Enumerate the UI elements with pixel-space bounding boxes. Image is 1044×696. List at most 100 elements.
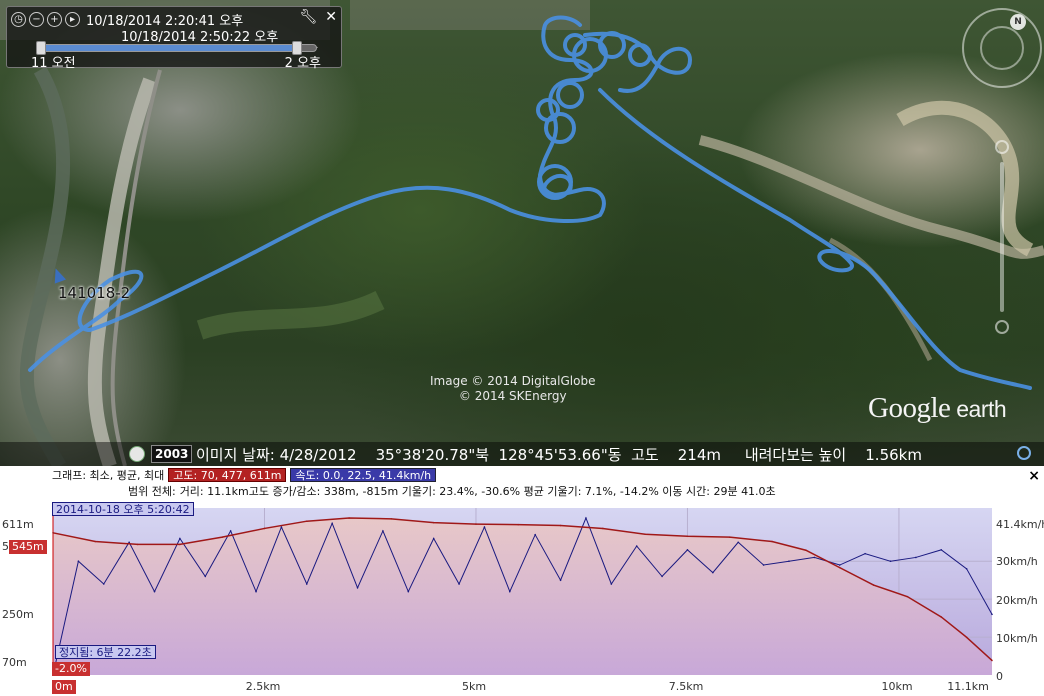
zoom-out-icon[interactable] [995,320,1009,334]
speed-point [179,537,181,540]
zoom-in-icon[interactable] [995,140,1009,154]
altitude-point [348,517,350,519]
x-tick-2: 5km [461,680,487,693]
time-slider-right-label: 2 오후 [284,56,321,71]
altitude-point [872,584,875,586]
time-slider-range [38,45,301,51]
speed-point [813,556,816,559]
speed-point [686,549,689,551]
stop-time-flag: 정지됨: 6분 22.2초 [55,645,156,659]
y-right-tick-3: 20km/h [996,594,1038,607]
credit-line-2: © 2014 SKEnergy [458,389,567,403]
speed-point [788,560,790,563]
status-bar: 2003 이미지 날짜: 4/28/2012 35°38'20.78"북 128… [0,442,1044,466]
y-left-tick-top: 611m [2,518,34,531]
altitude-point [305,520,308,522]
time-slider-track[interactable] [36,41,317,55]
close-icon[interactable]: ✕ [325,9,337,25]
altitude-stats-chip[interactable]: 고도: 70, 477, 611m [168,468,287,482]
profile-chart-svg[interactable] [0,500,1044,696]
speed-point [407,590,410,593]
north-indicator[interactable]: N [1010,14,1026,30]
zoom-out-icon[interactable]: − [29,12,44,27]
speed-point [382,530,384,532]
speed-point [432,537,435,540]
altitude-point [686,535,689,538]
y-left-tick-2: 5 [2,540,9,553]
speed-point [356,586,359,589]
profile-chart[interactable]: 2014-10-18 오후 5:20:42 611m 5 545m 250m 7… [0,500,1044,696]
speed-point [128,541,130,544]
speed-point [965,568,968,570]
speed-point [737,541,740,544]
altitude-point [906,595,909,598]
y-right-tick-4: 10km/h [996,632,1038,645]
look-joystick[interactable] [980,26,1024,70]
x-tick-4: 10km [881,680,913,693]
altitude-point [559,524,562,527]
altitude-point [728,536,731,538]
altitude-point [940,616,943,618]
graph-label: 그래프: 최소, 평균, 최대 [52,469,165,482]
speed-point [559,579,562,581]
altitude-point [263,527,266,530]
status-info: 이미지 날짜: 4/28/2012 35°38'20.78"북 128°45'5… [196,446,922,464]
x-tick-1: 2.5km [245,680,281,693]
speed-point [229,530,232,532]
y-right-tick-5: 0 [996,670,1003,683]
speed-point [661,575,663,578]
range-stats: 거리: 11.1km고도 증가/감소: 338m, -815m 기울기: 23.… [179,485,776,498]
y-left-tick-3: 250m [2,608,34,621]
navigation-compass[interactable]: N [962,8,1042,88]
clock-icon[interactable]: ◷ [11,12,26,27]
streaming-indicator-icon [1017,446,1031,460]
speed-point [204,575,207,578]
profile-summary-row: 그래프: 최소, 평균, 최대 고도: 70, 477, 611m 속도: 0.… [52,467,437,483]
altitude-point [805,549,807,552]
speed-point [838,564,841,566]
zoom-slider[interactable] [995,140,1009,334]
logo-earth-text: earth [950,396,1007,422]
time-slider-panel[interactable]: ◷ − + ▸ 10/18/2014 2:20:41 오후 🔧︎ ✕ 10/18… [6,6,342,71]
speed-point [305,583,308,585]
google-earth-logo: Google earth [868,392,1007,425]
speed-point [534,533,536,536]
speed-point [509,590,511,593]
altitude-point [432,521,435,524]
track-label[interactable]: 141018-2 [58,284,130,302]
imagery-year[interactable]: 2003 [151,445,193,463]
play-icon[interactable]: ▸ [65,12,80,27]
speed-point [635,545,638,547]
altitude-point [179,543,181,546]
altitude-point [771,540,773,543]
zoom-in-icon[interactable]: + [47,12,62,27]
y-right-tick-1: 41.4km/h [996,518,1044,531]
altitude-point [94,540,97,543]
speed-point [153,590,156,593]
speed-point [889,560,892,563]
close-profile-button[interactable]: × [1028,468,1040,484]
altitude-point [602,527,604,530]
speed-point [77,560,80,563]
y-left-tick-4: 70m [2,656,27,669]
cursor-distance-flag: 0m [52,680,76,694]
speed-point [864,552,866,555]
map-view[interactable]: ◷ − + ▸ 10/18/2014 2:20:41 오후 🔧︎ ✕ 10/18… [0,0,1044,466]
speed-point [483,526,486,528]
speed-point [991,613,993,616]
speed-stats-chip[interactable]: 속도: 0.0, 22.5, 41.4km/h [290,468,437,482]
range-label: 범위 전체: [128,485,176,498]
speed-point [915,556,917,559]
time-range-end: 10/18/2014 2:50:22 오후 [121,30,279,45]
altitude-point [136,543,139,546]
speed-point [712,571,714,574]
speed-point [331,522,333,525]
zoom-slider-bar[interactable] [1000,162,1004,312]
altitude-point [390,518,393,520]
elevation-profile-panel[interactable]: 그래프: 최소, 평균, 최대 고도: 70, 477, 611m 속도: 0.… [0,466,1044,696]
wrench-icon[interactable]: 🔧︎ [299,9,317,25]
cursor-altitude-flag: 545m [9,540,47,554]
historical-imagery-clock-icon[interactable] [129,446,145,462]
altitude-point [52,532,54,534]
x-tick-5: 11.1km [947,680,989,693]
